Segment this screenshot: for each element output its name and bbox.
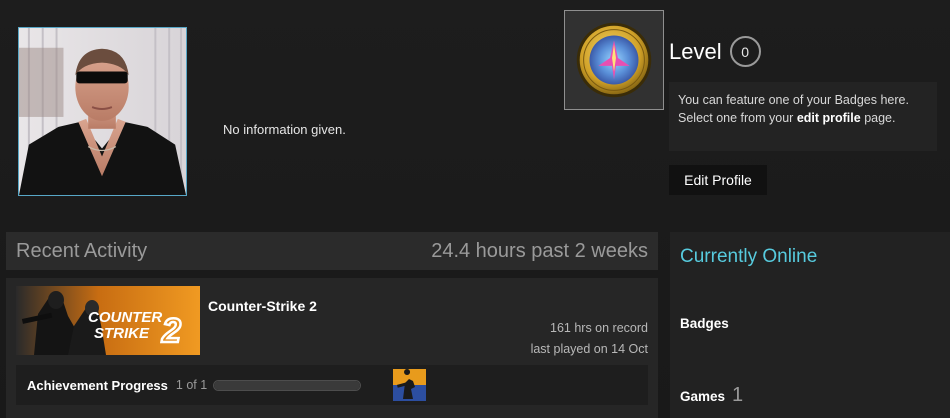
game-capsule-image[interactable]: COUNTER STRIKE 2 [16, 286, 200, 355]
badge-info-box: You can feature one of your Badges here.… [669, 82, 937, 151]
profile-level[interactable]: Level 0 [669, 36, 761, 67]
online-status: Currently Online [680, 246, 818, 267]
badge-info-prefix: Select one from your [678, 111, 797, 125]
recent-activity-hours: 24.4 hours past 2 weeks [431, 239, 648, 262]
achievement-count: 1 of 1 [175, 378, 208, 392]
cs-achievement-icon [393, 369, 426, 401]
recent-game-card: COUNTER STRIKE 2 Counter-Strike 2 161 hr… [6, 278, 658, 418]
level-label: Level [669, 38, 722, 64]
badge-info-suffix: page. [860, 111, 896, 125]
edit-profile-button[interactable]: Edit Profile [669, 165, 767, 195]
badge-info-line1: You can feature one of your Badges here. [678, 93, 909, 107]
counter-strike-coin-badge-icon [576, 22, 652, 98]
game-stats: 161 hrs on record last played on 14 Oct [531, 318, 648, 360]
edit-profile-link[interactable]: edit profile [797, 111, 861, 125]
avatar-image [19, 28, 186, 195]
recent-activity-header: Recent Activity 24.4 hours past 2 weeks [6, 232, 658, 270]
profile-summary: No information given. [223, 122, 346, 137]
counter-strike-capsule: COUNTER STRIKE 2 [16, 286, 200, 355]
achievement-icon[interactable] [393, 369, 426, 401]
capsule-text-line2: STRIKE [94, 325, 150, 342]
badge-info-line2: Select one from your edit profile page. [678, 109, 928, 127]
achievement-progress-bar [213, 379, 362, 391]
sidebar-games-label: Games [680, 389, 726, 404]
sidebar-badges-link[interactable]: Badges [680, 316, 729, 331]
achievement-progress-row[interactable]: Achievement Progress 1 of 1 [16, 365, 648, 405]
sidebar-games-count: 1 [732, 384, 744, 406]
capsule-text-line1: COUNTER [88, 309, 162, 326]
game-hours-on-record: 161 hrs on record [550, 321, 648, 335]
level-badge: 0 [729, 36, 761, 67]
sidebar-games-link[interactable]: Games 1 [680, 384, 743, 407]
profile-sidebar: Currently Online Badges Games 1 [670, 232, 950, 418]
profile-page: No information given. Level 0 You can fe… [0, 0, 950, 418]
achievement-progress-fill [214, 380, 361, 390]
avatar[interactable] [18, 27, 187, 196]
game-name[interactable]: Counter-Strike 2 [208, 298, 317, 314]
capsule-number: 2 [161, 312, 181, 350]
featured-badge[interactable] [564, 10, 664, 110]
recent-activity-title[interactable]: Recent Activity [16, 240, 147, 263]
achievement-progress-label: Achievement Progress [27, 377, 168, 393]
game-last-played: last played on 14 Oct [530, 342, 648, 356]
